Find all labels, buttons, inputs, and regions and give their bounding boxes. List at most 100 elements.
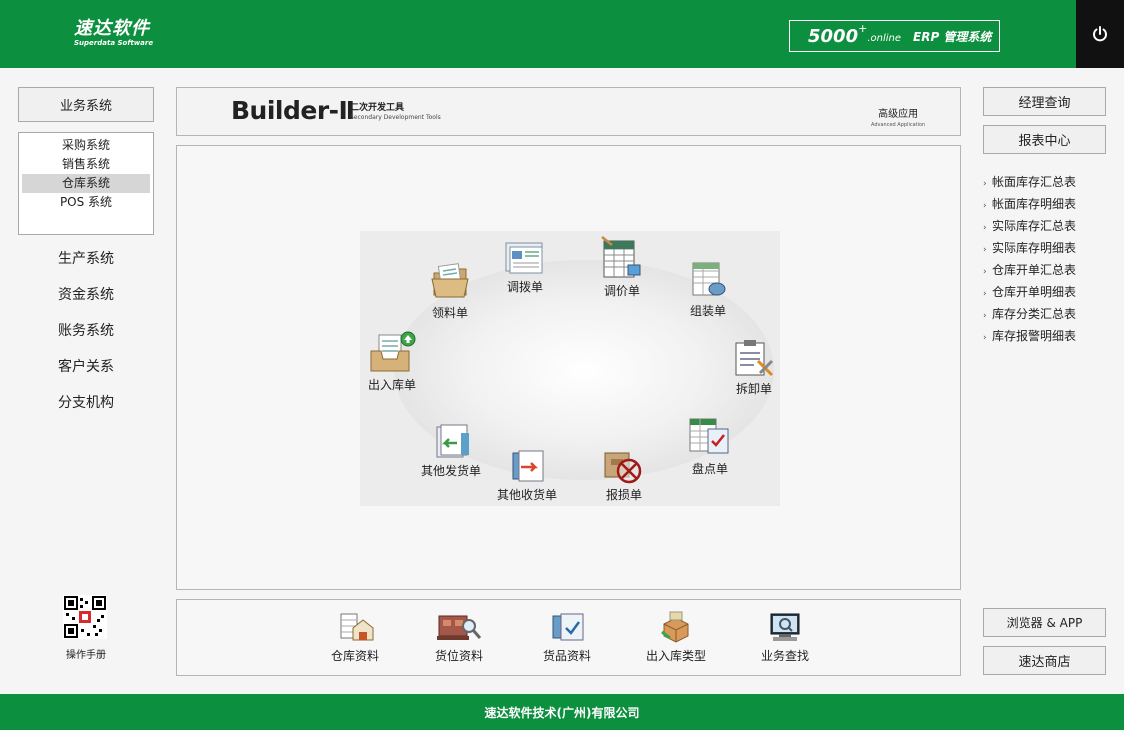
sheet-cup-icon — [692, 262, 726, 296]
report-item[interactable]: › 实际库存汇总表 — [983, 215, 1113, 237]
brand-box: 5000 + .online ERP 管理系统 — [789, 20, 1000, 52]
flow-label-disassembly: 拆卸单 — [735, 382, 772, 396]
report-item[interactable]: › 实际库存明细表 — [983, 237, 1113, 259]
brand-erp: ERP 管理系统 — [913, 29, 992, 44]
tool-label-stock-io-type: 出入库类型 — [645, 649, 706, 663]
manager-query-button[interactable]: 经理查询 — [983, 87, 1106, 116]
business-system-button[interactable]: 业务系统 — [18, 87, 154, 122]
sidebar-item-branch[interactable]: 分支机构 — [18, 392, 154, 412]
report-item[interactable]: › 库存分类汇总表 — [983, 303, 1113, 325]
flow-label-damage-report: 报损单 — [605, 488, 642, 502]
footer: 速达软件技术(广州)有限公司 — [0, 694, 1124, 730]
flow-item-other-shipment[interactable]: 其他发货单 — [416, 423, 486, 479]
chevron-right-icon: › — [983, 179, 987, 189]
banner-title: Builder-Ⅱ — [231, 96, 355, 125]
report-item-label: 帐面库存明细表 — [992, 197, 1077, 211]
flow-item-stocktake[interactable]: 盘点单 — [682, 415, 738, 477]
flow-item-stock-in-out[interactable]: 出入库单 — [366, 329, 418, 393]
flow-label-price-adjustment: 调价单 — [603, 284, 640, 298]
report-item-label: 库存分类汇总表 — [992, 307, 1077, 321]
qr-code[interactable] — [62, 595, 108, 643]
flow-item-assembly[interactable]: 组装单 — [686, 259, 730, 319]
sidebar-item-crm[interactable]: 客户关系 — [18, 356, 154, 376]
flow-label-other-shipment: 其他发货单 — [420, 464, 481, 478]
flow-label-other-receipt: 其他收货单 — [496, 488, 557, 502]
chevron-right-icon: › — [983, 289, 987, 299]
logo: 速达软件 Superdata Software — [74, 18, 154, 48]
tool-stock-io-type[interactable]: 出入库类型 — [643, 610, 709, 664]
business-sub-list: 采购系统 销售系统 仓库系统 POS 系统 — [18, 132, 154, 235]
builder-banner[interactable]: Builder-Ⅱ 二次开发工具 Secondary Development T… — [176, 87, 961, 136]
sub-item-pos[interactable]: POS 系统 — [22, 193, 150, 212]
goods-check-icon — [552, 613, 584, 641]
spreadsheet-pencil-icon — [601, 236, 641, 278]
sub-item-sales[interactable]: 销售系统 — [22, 155, 150, 174]
advanced-cn: 高级应用 — [878, 109, 919, 120]
advanced-application-link[interactable]: 高级应用 Advanced Application — [871, 110, 925, 130]
banner-subtitle: 二次开发工具 Secondary Development Tools — [350, 103, 441, 123]
main-panel: 领料单 调拨单 调价单 组装单 出入库单 拆卸单 其他发货单 其他收货单 报损单… — [176, 145, 961, 590]
banner-sub-en: Secondary Development Tools — [350, 114, 441, 121]
chevron-right-icon: › — [983, 267, 987, 277]
report-item[interactable]: › 帐面库存明细表 — [983, 193, 1113, 215]
spreadsheet-check-icon — [689, 418, 729, 454]
footer-company: 速达软件技术(广州)有限公司 — [484, 705, 640, 720]
document-receive-icon — [512, 450, 544, 482]
brand-number: 5000 — [808, 25, 859, 47]
report-item-label: 帐面库存汇总表 — [992, 175, 1077, 189]
chevron-right-icon: › — [983, 245, 987, 255]
box-cancel-icon — [604, 452, 642, 484]
report-item-label: 仓库开单明细表 — [992, 285, 1077, 299]
flow-label-material-requisition: 领料单 — [431, 306, 468, 320]
flow-area: 领料单 调拨单 调价单 组装单 出入库单 拆卸单 其他发货单 其他收货单 报损单… — [360, 231, 780, 506]
tools-bar: 仓库资料 货位资料 货品资料 出入库类型 业务查找 — [176, 599, 961, 676]
sidebar-item-finance[interactable]: 资金系统 — [18, 284, 154, 304]
tool-warehouse-info[interactable]: 仓库资料 — [327, 610, 383, 664]
banner-sub-cn: 二次开发工具 — [350, 103, 405, 113]
tool-label-location-info: 货位资料 — [434, 649, 483, 663]
flow-item-price-adjustment[interactable]: 调价单 — [596, 235, 648, 299]
flow-item-damage-report[interactable]: 报损单 — [598, 447, 650, 503]
power-button[interactable] — [1076, 0, 1124, 68]
browser-app-button[interactable]: 浏览器 & APP — [983, 608, 1106, 637]
flow-item-other-receipt[interactable]: 其他收货单 — [494, 447, 560, 503]
report-item[interactable]: › 帐面库存汇总表 — [983, 171, 1113, 193]
monitor-search-icon — [770, 613, 800, 641]
report-center-button[interactable]: 报表中心 — [983, 125, 1106, 154]
qr-code-icon — [63, 595, 107, 639]
chevron-right-icon: › — [983, 201, 987, 211]
flow-item-material-requisition[interactable]: 领料单 — [422, 259, 478, 321]
report-item[interactable]: › 仓库开单明细表 — [983, 281, 1113, 303]
inbox-upload-icon — [370, 331, 416, 372]
logo-cn: 速达软件 — [74, 18, 150, 39]
brand-plus: + — [858, 21, 868, 35]
report-item-label: 库存报警明细表 — [992, 329, 1077, 343]
power-icon — [1093, 26, 1107, 42]
report-item-label: 实际库存明细表 — [992, 241, 1077, 255]
folder-icon — [431, 263, 469, 298]
tool-label-goods-info: 货品资料 — [542, 649, 591, 663]
logo-en: Superdata Software — [74, 39, 154, 47]
document-stack-icon — [505, 242, 543, 274]
advanced-en: Advanced Application — [871, 122, 926, 128]
flow-item-disassembly[interactable]: 拆卸单 — [732, 339, 776, 397]
sub-item-warehouse[interactable]: 仓库系统 — [22, 174, 150, 193]
warehouse-icon — [340, 613, 374, 641]
sidebar-item-production[interactable]: 生产系统 — [18, 248, 154, 268]
report-item-label: 实际库存汇总表 — [992, 219, 1077, 233]
tool-label-warehouse-info: 仓库资料 — [330, 649, 379, 663]
brand-online: .online — [867, 32, 902, 44]
clipboard-tools-icon — [735, 340, 774, 377]
flow-item-transfer[interactable]: 调拨单 — [500, 239, 550, 295]
tool-goods-info[interactable]: 货品资料 — [539, 610, 595, 664]
manual-label[interactable]: 操作手册 — [50, 646, 122, 661]
report-list: › 帐面库存汇总表 › 帐面库存明细表 › 实际库存汇总表 › 实际库存明细表 › 仓库开… — [983, 171, 1113, 347]
tool-business-search[interactable]: 业务查找 — [757, 610, 813, 664]
report-item[interactable]: › 库存报警明细表 — [983, 325, 1113, 347]
report-item[interactable]: › 仓库开单汇总表 — [983, 259, 1113, 281]
sub-item-purchase[interactable]: 采购系统 — [22, 136, 150, 155]
sidebar-item-accounting[interactable]: 账务系统 — [18, 320, 154, 340]
superdata-shop-button[interactable]: 速达商店 — [983, 646, 1106, 675]
tool-location-info[interactable]: 货位资料 — [431, 610, 487, 664]
document-send-icon — [436, 424, 469, 458]
